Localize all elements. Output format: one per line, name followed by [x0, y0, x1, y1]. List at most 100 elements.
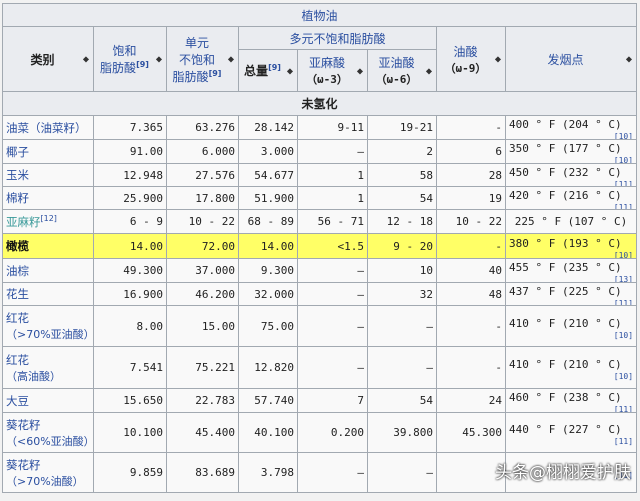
cell-mono: 46.200 [166, 282, 239, 306]
oil-name-link[interactable]: 玉米 [2, 163, 94, 187]
cell-mono: 75.221 [166, 346, 239, 389]
cell-total: 57.740 [238, 388, 298, 413]
cell-ala: – [297, 258, 368, 283]
sort-icon[interactable]: ◆ [287, 66, 293, 75]
cell-ala: – [297, 452, 368, 493]
oil-name-link[interactable]: 油棕 [2, 258, 94, 283]
cell-total: 12.820 [238, 346, 298, 389]
header-polyunsaturated: 多元不饱和脂肪酸 [238, 26, 437, 50]
cell-mono: 10 - 22 [166, 209, 239, 234]
cell-mono: 83.689 [166, 452, 239, 493]
header-ala[interactable]: 亚麻酸 （ω-3） ◆ [297, 49, 368, 92]
table-title: 植物油 [1, 3, 638, 27]
cell-smoke-point: 420 ° F (216 ° C) [11] [504, 186, 638, 210]
cell-mono: 37.000 [166, 258, 239, 283]
header-smoke-point[interactable]: 发烟点 ◆ [504, 26, 638, 92]
cell-total: 32.000 [238, 282, 298, 306]
vegetable-oil-table: 植物油 类别 ◆ 饱和 脂肪酸[9] ◆ 单元 不饱和 脂肪酸[9] ◆ 多元不饱和脂肪酸 … [1, 3, 638, 493]
cell-la: 54 [367, 186, 437, 210]
cell-la: 9 - 20 [367, 233, 437, 259]
sort-icon[interactable]: ◆ [426, 66, 432, 75]
sort-icon[interactable]: ◆ [495, 55, 501, 64]
cell-la: 54 [367, 388, 437, 413]
header-monounsaturated[interactable]: 单元 不饱和 脂肪酸[9] ◆ [166, 26, 239, 92]
header-oleic[interactable]: 油酸 （ω-9） ◆ [436, 26, 506, 92]
cell-la: – [367, 305, 437, 347]
cell-total: 14.00 [238, 233, 298, 259]
cell-ala: – [297, 346, 368, 389]
header-la[interactable]: 亚油酸 （ω-6） ◆ [367, 49, 437, 92]
cell-sat: 7.541 [93, 346, 167, 389]
cell-mono: 6.000 [166, 139, 239, 164]
table-row: 椰子 91.00 6.000 3.000–2 6 350 ° F (177 ° C) [1… [2, 139, 638, 164]
cell-la: 39.800 [367, 412, 437, 453]
cell-oleic: 6 [436, 139, 506, 164]
cell-sat: 15.650 [93, 388, 167, 413]
cell-ala: 9-11 [297, 115, 368, 140]
oil-name-link[interactable]: 油菜（油菜籽） [2, 115, 94, 140]
cell-smoke-point: 350 ° F (177 ° C) [10] [504, 139, 638, 164]
oil-name-link[interactable]: 椰子 [2, 139, 94, 164]
cell-sat: 6 - 9 [93, 209, 167, 234]
table-row: 棉籽 25.900 17.800 51.900 1 54 19 420 ° F (216 ° … [2, 186, 638, 210]
oil-name-link[interactable]: 红花 （高油酸） [2, 346, 94, 389]
cell-ala: – [297, 139, 368, 164]
oil-name-link[interactable]: 花生 [2, 282, 94, 306]
cell-sat: 8.00 [93, 305, 167, 347]
sort-icon[interactable]: ◆ [83, 55, 89, 64]
cell-oleic: 28 [436, 163, 506, 187]
cell-oleic: - [436, 305, 506, 347]
oil-name-link[interactable]: 红花 （>70%亚油酸） [2, 305, 94, 347]
oil-name-link[interactable]: 亚麻籽[12] [2, 209, 94, 234]
table-row: 油菜（油菜籽） 7.365 63.276 28.142 9-11 19-21-400 ° … [2, 115, 638, 140]
sort-icon[interactable]: ◆ [626, 55, 632, 64]
cell-ala: – [297, 282, 368, 306]
cell-smoke-point: 437 ° F (225 ° C) [11] [504, 282, 638, 306]
cell-sat: 14.00 [93, 233, 167, 259]
cell-la: 58 [367, 163, 437, 187]
cell-smoke-point: 455 ° F (235 ° C) [13] [504, 258, 638, 283]
cell-smoke-point: 225 ° F (107 ° C) [504, 209, 638, 234]
table-row: 花生 16.900 46.200 32.000–32 48 437 ° F (225 ° … [2, 282, 638, 306]
oil-name-link[interactable]: 葵花籽 （>70%油酸） [2, 452, 94, 493]
cell-oleic: - [436, 346, 506, 389]
table-row: 葵花籽 （<60%亚油酸） 10.100 45.400 40.100 0.200 39.80… [2, 412, 638, 453]
header-total[interactable]: 总量[9] ◆ [238, 49, 298, 92]
table-row: 橄榄 14.00 72.00 14.00 <1.5 9 - 20-380 ° F (193… [2, 233, 638, 259]
cell-mono: 63.276 [166, 115, 239, 140]
header-saturated[interactable]: 饱和 脂肪酸[9] ◆ [93, 26, 167, 92]
cell-oleic: 10 - 22 [436, 209, 506, 234]
oil-name-link[interactable]: 橄榄 [2, 233, 94, 259]
cell-la: 10 [367, 258, 437, 283]
cell-la: – [367, 452, 437, 493]
cell-mono: 15.00 [166, 305, 239, 347]
cell-sat: 16.900 [93, 282, 167, 306]
cell-oleic: 24 [436, 388, 506, 413]
cell-mono: 45.400 [166, 412, 239, 453]
cell-la: 12 - 18 [367, 209, 437, 234]
sort-icon[interactable]: ◆ [228, 55, 234, 64]
watermark: 头条@栩栩爱护肤 [495, 463, 631, 483]
oil-name-link[interactable]: 葵花籽 （<60%亚油酸） [2, 412, 94, 453]
cell-smoke-point: 440 ° F (227 ° C) [11] [504, 412, 638, 453]
cell-sat: 25.900 [93, 186, 167, 210]
cell-total: 3.000 [238, 139, 298, 164]
table-row: 亚麻籽[12] 6 - 9 10 - 22 68 - 89 56 - 71 12 - 18… [2, 209, 638, 234]
sort-icon[interactable]: ◆ [156, 55, 162, 64]
cell-oleic: 48 [436, 282, 506, 306]
cell-smoke-point: 450 ° F (232 ° C) [11] [504, 163, 638, 187]
cell-total: 54.677 [238, 163, 298, 187]
cell-mono: 72.00 [166, 233, 239, 259]
table-row: 大豆 15.650 22.783 57.740 7 54 24 460 ° F (238 ° … [2, 388, 638, 413]
cell-smoke-point: 410 ° F (210 ° C) [10] [504, 346, 638, 389]
oil-name-link[interactable]: 棉籽 [2, 186, 94, 210]
table-row: 油棕 49.300 37.000 9.300–10 40 455 ° F (235 ° C… [2, 258, 638, 283]
oil-name-link[interactable]: 大豆 [2, 388, 94, 413]
cell-total: 51.900 [238, 186, 298, 210]
header-category[interactable]: 类别 ◆ [2, 26, 94, 92]
cell-smoke-point: 380 ° F (193 ° C) [10] [504, 233, 638, 259]
sort-icon[interactable]: ◆ [357, 66, 363, 75]
cell-smoke-point: 400 ° F (204 ° C) [10] [504, 115, 638, 140]
cell-oleic: 19 [436, 186, 506, 210]
cell-ala: 1 [297, 163, 368, 187]
